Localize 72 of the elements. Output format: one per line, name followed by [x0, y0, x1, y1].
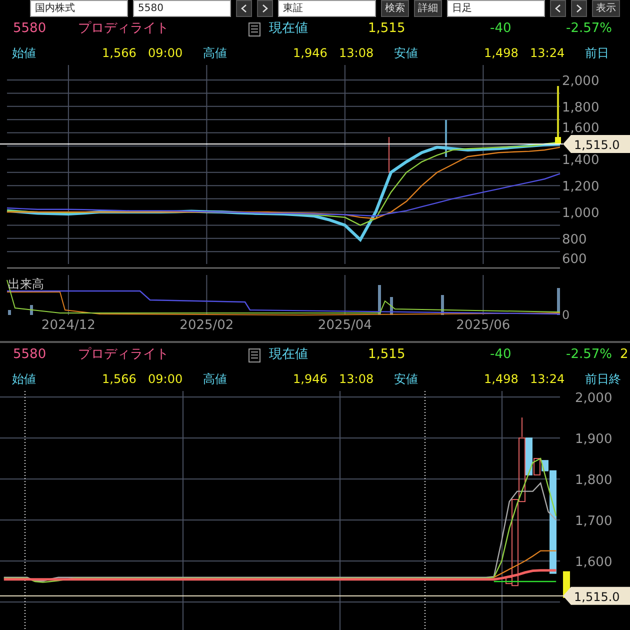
axis-label: 1,200: [562, 180, 600, 195]
price-change: -40: [490, 20, 512, 38]
stat-time: 09:00: [147, 371, 184, 388]
date-label: 2024/12: [41, 318, 96, 333]
stock-code: 5580: [13, 20, 48, 38]
axis-label: 1,800: [575, 473, 612, 488]
stock-name: プロディライト: [78, 20, 170, 38]
axis-label: 1,600: [575, 555, 612, 570]
axis-label: 1,900: [575, 432, 612, 447]
next-button[interactable]: [571, 0, 587, 17]
toolbar-field[interactable]: 日足: [447, 0, 545, 17]
candle: [555, 86, 561, 144]
stat-time: 13:24: [529, 45, 566, 62]
stat-label: 安値: [394, 371, 419, 388]
chevron-right-icon: [262, 4, 268, 13]
axis-label: 2,000: [575, 391, 612, 406]
price-label: 現在値: [269, 346, 309, 364]
stat-value: 1,498: [484, 45, 520, 62]
price-tag: 1,515.0: [563, 586, 630, 605]
stock-name: プロディライト: [78, 346, 170, 364]
volume-label: 出来高: [8, 277, 44, 291]
document-icon: [248, 348, 261, 362]
axis-label: 2,000: [562, 74, 600, 89]
stat-label: 高値: [203, 45, 228, 62]
chevron-right-icon: [576, 4, 582, 13]
chevron-left-icon: [555, 4, 561, 13]
stat-value: 1,946: [293, 45, 328, 62]
axis-label: 1,400: [562, 153, 600, 168]
stat-time: 13:08: [338, 371, 375, 388]
toolbar-field[interactable]: 5580: [133, 0, 231, 17]
stat-value: 1,566: [102, 371, 138, 388]
axis-label: 600: [562, 252, 587, 267]
date-label: 2025/06: [456, 318, 510, 333]
stat-value: 1,946: [293, 371, 328, 388]
stat-label: 高値: [203, 371, 228, 388]
axis-label: 1,000: [562, 206, 600, 221]
stat-time: 09:00: [147, 45, 184, 62]
price-change: -40: [490, 346, 512, 364]
stock-code: 5580: [13, 346, 48, 364]
price-tag: 1,515.0: [563, 135, 630, 153]
date-label: 2025/04: [318, 318, 372, 333]
price-label: 現在値: [269, 20, 309, 38]
previous-button[interactable]: [236, 0, 252, 17]
axis-label: 1,800: [562, 100, 600, 116]
previous-button[interactable]: [550, 0, 566, 17]
stat-label: 安値: [394, 45, 419, 62]
date-label: 2025/02: [180, 318, 234, 333]
stat-label: 始値: [12, 45, 37, 62]
toolbar-field[interactable]: 東証: [278, 0, 376, 17]
stat-label: 前日: [585, 45, 609, 62]
stat-label: 前日終: [585, 371, 621, 388]
document-icon: [248, 22, 261, 36]
chevron-left-icon: [241, 4, 247, 13]
stat-value: 1,498: [484, 371, 520, 388]
change-percent: -2.57%: [566, 346, 612, 364]
next-button[interactable]: [257, 0, 273, 17]
toolbar-button[interactable]: 検索: [381, 0, 409, 17]
current-price: 1,515: [368, 20, 406, 38]
toolbar-button[interactable]: 表示: [592, 0, 620, 17]
axis-label: 1,600: [562, 121, 600, 136]
stat-time: 13:24: [529, 371, 566, 388]
toolbar-button[interactable]: 詳細: [414, 0, 442, 17]
stat-time: 13:08: [338, 45, 375, 62]
stat-value: 1,566: [102, 45, 138, 62]
stat-label: 始値: [12, 371, 37, 388]
axis-label: 0: [562, 308, 570, 322]
current-price: 1,515: [368, 346, 406, 364]
header-text: 2: [620, 346, 628, 364]
change-percent: -2.57%: [566, 20, 612, 38]
axis-label: 1,700: [575, 514, 612, 529]
axis-label: 800: [562, 232, 587, 248]
toolbar-field[interactable]: 国内株式: [30, 0, 128, 17]
